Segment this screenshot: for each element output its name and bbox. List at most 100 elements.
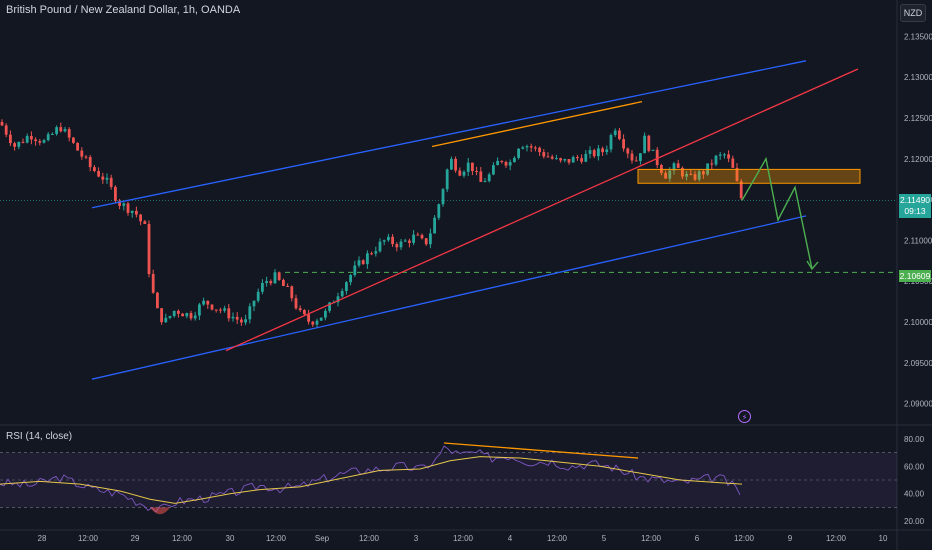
- time-tick-label: 3: [414, 534, 419, 543]
- candle-body: [30, 135, 33, 140]
- candle-body: [462, 171, 466, 176]
- candle-body: [109, 177, 113, 187]
- candle-body: [84, 156, 88, 158]
- candle-body: [101, 176, 105, 180]
- candle-body: [609, 135, 613, 150]
- candle-body: [202, 300, 205, 305]
- drawings: [0, 60, 897, 380]
- candle-body: [206, 300, 210, 305]
- projection-arrowhead: [806, 260, 819, 271]
- lightning-icon[interactable]: ⚡: [738, 410, 751, 423]
- candle-body: [67, 129, 71, 138]
- candle-body: [126, 203, 130, 213]
- candle-body: [676, 163, 680, 168]
- candle-body: [374, 251, 378, 254]
- candle-body: [403, 240, 407, 242]
- candle-body: [210, 304, 214, 310]
- candle-body: [433, 217, 436, 234]
- candle-body: [588, 150, 592, 154]
- candle-body: [193, 315, 197, 319]
- candle-body: [9, 134, 12, 144]
- rsi-tick-label: 20.00: [904, 517, 925, 526]
- candle-body: [525, 146, 529, 148]
- time-tick-label: 4: [508, 534, 513, 543]
- candle-body: [714, 155, 718, 165]
- candle-body: [597, 148, 600, 157]
- price-tick-label: 2.09500: [904, 359, 932, 368]
- candle-body: [630, 153, 634, 161]
- candle-body: [219, 309, 222, 311]
- candle-body: [550, 156, 554, 159]
- candle-body: [156, 292, 159, 309]
- candle-body: [290, 286, 294, 299]
- price-tick-label: 2.11000: [904, 236, 932, 245]
- price-tick-label: 2.12500: [904, 114, 932, 123]
- candle-body: [580, 158, 583, 162]
- candle-body: [353, 265, 357, 276]
- candle-body: [479, 171, 483, 182]
- candle-body: [76, 142, 79, 151]
- candle-body: [563, 159, 567, 161]
- candle-body: [471, 162, 474, 172]
- candle-body: [231, 316, 235, 319]
- candle-body: [147, 223, 151, 274]
- bar-countdown: 09:13: [904, 206, 926, 216]
- candle-body: [189, 313, 193, 319]
- candle-body: [135, 210, 138, 215]
- candle-body: [164, 317, 168, 323]
- time-tick-label: 12:00: [453, 534, 474, 543]
- candle-body: [546, 156, 550, 158]
- candle-body: [592, 150, 596, 157]
- candle-body: [626, 148, 630, 154]
- candle-body: [261, 283, 264, 292]
- candle-body: [88, 157, 92, 168]
- candle-body: [429, 233, 432, 245]
- candle-body: [483, 181, 487, 183]
- candle-body: [93, 167, 96, 172]
- candle-body: [55, 127, 58, 134]
- candle-body: [710, 163, 714, 165]
- candle-body: [130, 210, 134, 213]
- time-tick-label: 29: [131, 534, 140, 543]
- chart-canvas[interactable]: 2.135002.130002.125002.120002.115002.110…: [0, 0, 932, 550]
- candle-body: [618, 130, 621, 140]
- time-tick-label: 10: [879, 534, 888, 543]
- candle-body: [122, 203, 126, 206]
- candle-body: [454, 158, 457, 171]
- candle-body: [214, 309, 218, 311]
- candle-body: [382, 240, 386, 242]
- candle-body: [361, 260, 365, 265]
- candle-body: [240, 319, 243, 323]
- candle-body: [324, 310, 327, 318]
- candle-body: [97, 171, 100, 177]
- candle-body: [727, 154, 730, 159]
- candle-body: [387, 236, 390, 241]
- candle-body: [408, 240, 411, 243]
- candle-body: [731, 158, 735, 168]
- candle-body: [72, 137, 75, 143]
- candle-body: [151, 273, 155, 293]
- candle-body: [538, 147, 541, 153]
- candle-body: [307, 314, 310, 322]
- candle-body: [0, 122, 4, 126]
- candle-body: [235, 316, 239, 320]
- candle-body: [340, 291, 344, 297]
- candle-body: [613, 130, 617, 136]
- currency-button[interactable]: NZD: [900, 4, 926, 22]
- candle-body: [420, 235, 424, 239]
- candle-body: [13, 143, 16, 147]
- candle-body: [349, 275, 352, 283]
- candle-body: [487, 174, 491, 182]
- time-tick-label: 6: [695, 534, 700, 543]
- candle-body: [277, 272, 281, 280]
- candle-body: [198, 304, 201, 316]
- channel-lower-line: [91, 215, 807, 380]
- candle-body: [458, 170, 462, 176]
- rsi-oversold-fill: [150, 507, 170, 515]
- time-tick-label: 12:00: [266, 534, 287, 543]
- time-tick-label: 12:00: [359, 534, 380, 543]
- current-price-value: 2.11490: [899, 195, 931, 205]
- candle-body: [177, 310, 180, 314]
- candle-body: [370, 253, 373, 255]
- candle-body: [395, 244, 399, 248]
